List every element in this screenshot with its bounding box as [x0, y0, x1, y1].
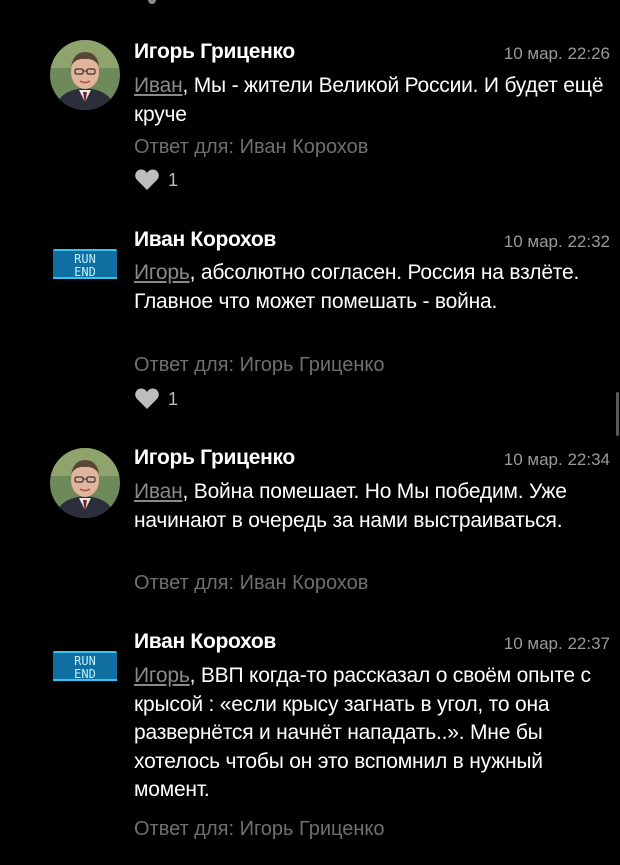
comment-text: Игорь, ВВП когда-то рассказал о своём оп…: [134, 662, 604, 805]
reply-to-label[interactable]: Ответ для: Иван Корохов: [134, 136, 368, 159]
comment-text-content: , Война помешает. Но Мы победим. Уже нач…: [134, 480, 567, 532]
like-count: 1: [168, 388, 179, 409]
avatar[interactable]: RUN END: [50, 632, 120, 702]
comment-text-content: , Мы - жители Великой России. И будет ещ…: [134, 74, 604, 126]
logo-text-end: END: [74, 667, 96, 681]
comment-date: 10 мар. 22:34: [503, 450, 610, 469]
mention-link[interactable]: Игорь: [134, 664, 190, 687]
comment-text: Иван, Мы - жители Великой России. И буде…: [134, 72, 604, 129]
heart-icon: [135, 388, 159, 409]
reply-to-label[interactable]: Ответ для: Игорь Гриценко: [134, 354, 385, 377]
reply-to-label[interactable]: Ответ для: Игорь Гриценко: [134, 818, 385, 841]
comment-author[interactable]: Иван Корохов: [134, 228, 276, 252]
comment-date: 10 мар. 22:37: [503, 634, 610, 653]
comment-text: Иван, Война помешает. Но Мы победим. Уже…: [134, 478, 604, 535]
avatar[interactable]: RUN END: [50, 230, 120, 300]
comment-author[interactable]: Игорь Гриценко: [134, 40, 295, 64]
like-count: 1: [168, 169, 179, 190]
person-photo-icon: [50, 40, 120, 110]
comment-date: 10 мар. 22:26: [503, 44, 610, 63]
logo-text-run: RUN: [74, 654, 96, 668]
run-end-logo-icon: RUN END: [50, 230, 120, 300]
avatar[interactable]: [50, 448, 120, 518]
scrollbar[interactable]: [616, 392, 619, 436]
mention-link[interactable]: Иван: [134, 74, 183, 97]
mention-link[interactable]: Игорь: [134, 261, 190, 284]
like-button[interactable]: 1: [134, 388, 178, 410]
person-photo-icon: [50, 448, 120, 518]
comment-text-content: , ВВП когда-то рассказал о своём опыте с…: [134, 664, 591, 801]
comment-author[interactable]: Иван Корохов: [134, 630, 276, 654]
reply-to-label[interactable]: Ответ для: Иван Корохов: [134, 572, 368, 595]
logo-text-end: END: [74, 265, 96, 279]
comment-text: Игорь, абсолютно согласен. Россия на взл…: [134, 259, 604, 316]
run-end-logo-icon: RUN END: [50, 632, 120, 702]
heart-icon: [135, 169, 159, 190]
comment-text-content: , абсолютно согласен. Россия на взлёте. …: [134, 261, 580, 313]
like-button[interactable]: 1: [134, 169, 178, 191]
avatar[interactable]: [50, 40, 120, 110]
scroll-indicator: [148, 0, 156, 4]
comment-date: 10 мар. 22:32: [503, 232, 610, 251]
comment-author[interactable]: Игорь Гриценко: [134, 446, 295, 470]
mention-link[interactable]: Иван: [134, 480, 183, 503]
logo-text-run: RUN: [74, 252, 96, 266]
